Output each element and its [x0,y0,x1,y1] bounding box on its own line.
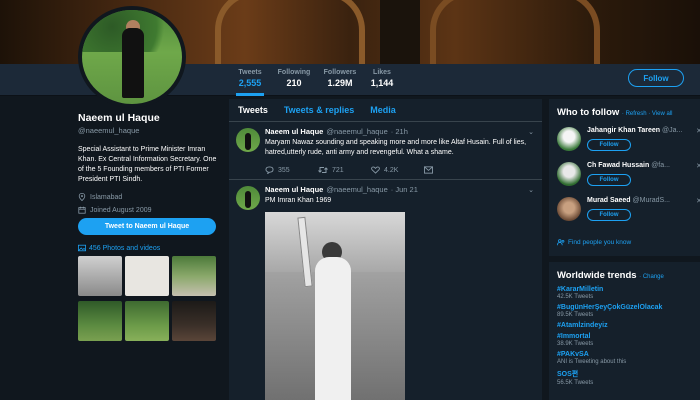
chevron-down-icon[interactable]: ⌄ [528,186,534,194]
account-handle: @fa... [651,162,670,169]
avatar-figure [122,28,144,98]
photo-thumbnail[interactable] [78,256,122,296]
tweet-photo[interactable] [265,212,405,400]
chevron-down-icon[interactable]: ⌄ [528,128,534,136]
tweet-text: PM Imran Khan 1969 [265,197,332,204]
profile-bio: Special Assistant to Prime Minister Imra… [78,146,217,183]
account-name[interactable]: Jahangir Khan Tareen [587,127,660,134]
find-people-link[interactable]: Find people you know [557,239,631,246]
banner-chair-shape [430,0,600,64]
trend-item[interactable]: #Immortal 38.9K Tweets [549,333,700,347]
like-action[interactable]: 4.2K [371,166,424,174]
heart-icon [371,166,380,174]
tweet-avatar[interactable] [236,186,260,210]
close-icon[interactable]: ✕ [696,127,700,135]
account-name[interactable]: Murad Saeed [587,197,631,204]
tab-tweets[interactable]: Tweets [238,105,268,115]
tweet-to-button[interactable]: Tweet to Naeem ul Haque [78,218,216,235]
tweet-timestamp[interactable]: · Jun 21 [391,185,418,194]
banner-chair-shape [215,0,365,64]
profile-card: Naeem ul Haque @naeemul_haque Special As… [78,112,223,214]
tab-tweets-replies[interactable]: Tweets & replies [284,105,354,115]
retweet-icon [318,167,328,173]
tweet-author-name[interactable]: Naeem ul Haque [265,185,323,194]
calendar-icon [78,206,86,214]
follow-button[interactable]: Follow [587,209,631,221]
trend-item[interactable]: #PAKvSA ANI is Tweeting about this [549,351,700,365]
who-to-follow-panel: Who to follow · Refresh · View all Jahan… [549,99,700,256]
profile-avatar[interactable] [78,6,186,108]
people-icon [557,239,565,246]
tweet-author-handle[interactable]: @naeemul_haque [326,185,387,194]
tweet[interactable]: Naeem ul Haque @naeemul_haque · Jun 21 ⌄… [229,180,542,400]
tweet-timestamp[interactable]: · 21h [391,127,408,136]
tweet-text: Maryam Nawaz sounding and speaking more … [265,139,527,156]
avatar[interactable] [557,127,581,151]
account-handle: @Ja... [661,127,683,134]
tweet-author-name[interactable]: Naeem ul Haque [265,127,323,136]
trend-item[interactable]: #KararMilletin 42.5K Tweets [549,286,700,300]
envelope-icon [424,166,433,174]
photo-thumbnail[interactable] [172,256,216,296]
stat-likes[interactable]: Likes 1,144 [368,69,396,88]
stat-following[interactable]: Following 210 [276,69,312,88]
retweet-action[interactable]: 721 [318,166,371,174]
trends-panel: Worldwide trends · Change #KararMilletin… [549,262,700,400]
refresh-view-all-links[interactable]: · Refresh · View all [622,111,673,117]
change-trends-link[interactable]: · Change [639,274,664,280]
tweet-avatar[interactable] [236,128,260,152]
profile-joined: Joined August 2009 [78,206,223,214]
trend-item[interactable]: #BugünHerŞeyÇokGüzelOlacak 89.5K Tweets [549,304,700,318]
stat-followers[interactable]: Followers 1.29M [322,69,358,88]
who-to-follow-header: Who to follow · Refresh · View all [557,107,673,118]
timeline: Tweets Tweets & replies Media Naeem ul H… [229,99,542,400]
tweet-author-handle[interactable]: @naeemul_haque [326,127,387,136]
profile-name[interactable]: Naeem ul Haque [78,112,223,124]
tweet-header: Naeem ul Haque @naeemul_haque · 21h [265,127,534,136]
close-icon[interactable]: ✕ [696,197,700,205]
tweet-actions: 355 721 4.2K [265,166,534,174]
follow-button[interactable]: Follow [587,174,631,186]
follow-button[interactable]: Follow [628,69,684,87]
tweet-header: Naeem ul Haque @naeemul_haque · Jun 21 [265,185,534,194]
player-figure-shape [315,257,351,400]
photo-thumbnail[interactable] [172,301,216,341]
close-icon[interactable]: ✕ [696,162,700,170]
follow-button[interactable]: Follow [587,139,631,151]
trend-item[interactable]: #Atamİzindeyiz [549,322,700,329]
timeline-tabs: Tweets Tweets & replies Media [229,99,542,122]
banner-figure-shape [380,0,420,64]
reply-action[interactable]: 355 [265,166,318,174]
tweet[interactable]: Naeem ul Haque @naeemul_haque · 21h ⌄ Ma… [229,122,542,180]
stat-tweets[interactable]: Tweets 2,555 [236,69,264,96]
profile-handle[interactable]: @naeemul_haque [78,126,223,135]
reply-icon [265,166,274,174]
profile-location: Islamabad [78,193,223,201]
message-action[interactable] [424,166,477,174]
account-name[interactable]: Ch Fawad Hussain [587,162,649,169]
photos-videos-link[interactable]: 456 Photos and videos [78,244,160,252]
location-pin-icon [78,193,86,201]
photo-thumbnail[interactable] [125,301,169,341]
trends-header: Worldwide trends · Change [557,270,664,281]
photo-thumbnail[interactable] [125,256,169,296]
photo-thumbnail[interactable] [78,301,122,341]
account-handle: @MuradS... [632,197,670,204]
tab-media[interactable]: Media [370,105,396,115]
image-icon [78,244,86,252]
trend-item[interactable]: SOS편 56.5K Tweets [549,369,700,386]
avatar[interactable] [557,197,581,221]
avatar[interactable] [557,162,581,186]
